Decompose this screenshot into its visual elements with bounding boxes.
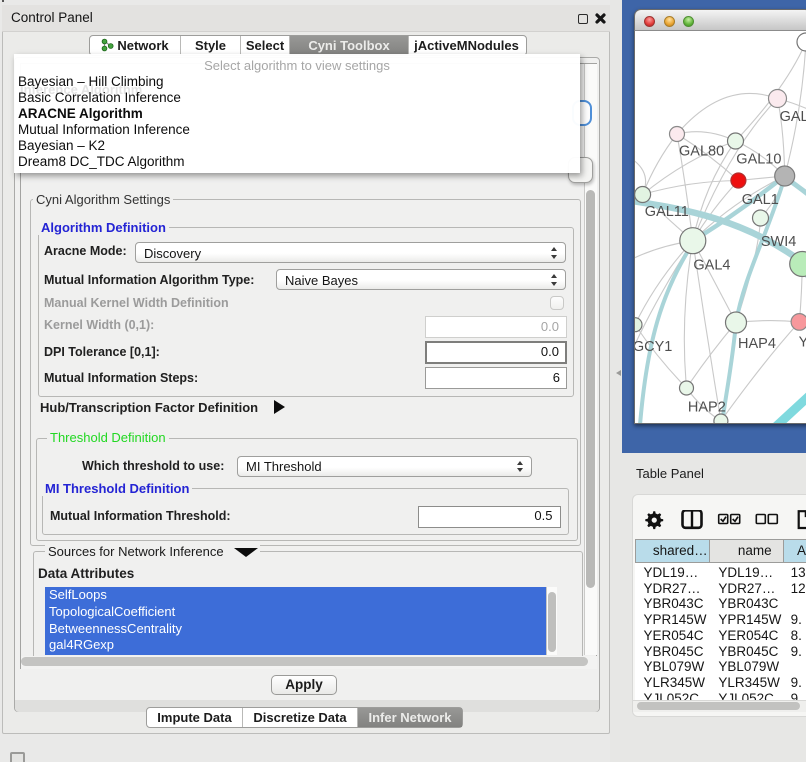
svg-text:GAL80: GAL80 <box>679 144 724 160</box>
svg-text:HAP2: HAP2 <box>688 399 726 415</box>
svg-text:GAL10: GAL10 <box>736 152 781 168</box>
svg-text:GAL11: GAL11 <box>645 204 689 220</box>
svg-text:YB: YB <box>799 335 806 351</box>
svg-text:GCY1: GCY1 <box>635 339 672 355</box>
svg-text:GAL1: GAL1 <box>742 192 779 208</box>
svg-text:HAP4: HAP4 <box>738 336 776 352</box>
svg-text:GAL7: GAL7 <box>780 109 806 125</box>
svg-text:GAL4: GAL4 <box>693 258 730 274</box>
svg-text:SWI4: SWI4 <box>761 234 796 250</box>
